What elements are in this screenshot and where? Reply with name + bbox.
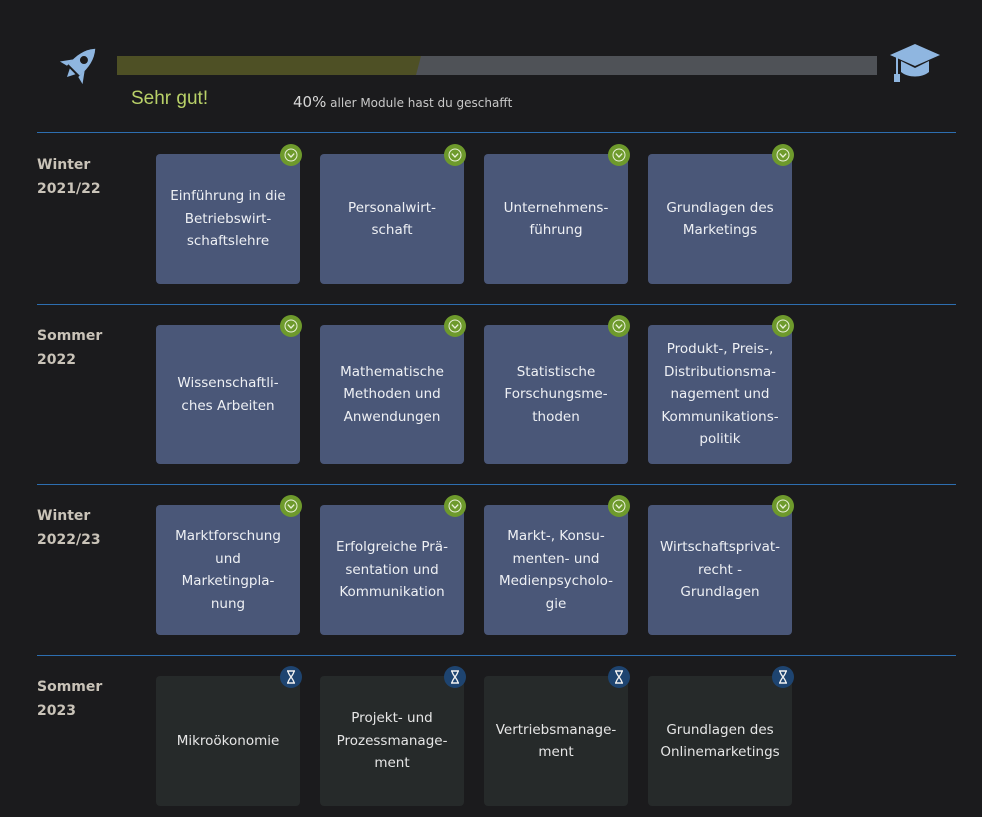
semester-divider [37, 132, 956, 133]
module-card[interactable]: Mathematische Methoden und Anwendungen [320, 315, 466, 464]
module-card[interactable]: Vertriebsmanage- ment [484, 666, 630, 806]
module-title: Grundlagen des Onlinemarketings [660, 721, 780, 761]
semester-season: Sommer [37, 328, 103, 344]
module-title: Einführung in die Betriebswirt- schaftsl… [170, 188, 286, 250]
progress-label: aller Module hast du geschafft [330, 96, 513, 110]
semester-divider [37, 484, 956, 485]
module-title: Mathematische Methoden und Anwendungen [340, 363, 444, 425]
module-card[interactable]: Grundlagen des Onlinemarketings [648, 666, 794, 806]
semester-year: 2021/22 [37, 181, 101, 197]
module-title: Vertriebsmanage- ment [495, 721, 617, 761]
module-title: Erfolgreiche Prä- sentation und Kommunik… [336, 539, 448, 601]
semester-year: 2022/23 [37, 532, 101, 548]
module-card[interactable]: Produkt-, Preis-, Distributionsma- nagem… [648, 315, 794, 464]
module-title: Statistische Forschungsme- thoden [504, 363, 608, 425]
check-badge-icon [772, 144, 794, 166]
semester-label: Winter 2022/23 [37, 504, 137, 552]
check-badge-icon [772, 495, 794, 517]
module-title: Personalwirt- schaft [348, 199, 436, 239]
check-badge-icon [280, 315, 302, 337]
module-card[interactable]: Projekt- und Prozessmanage- ment [320, 666, 466, 806]
check-badge-icon [608, 495, 630, 517]
check-badge-icon [772, 315, 794, 337]
semester-year: 2023 [37, 703, 76, 719]
graduation-cap-icon [890, 44, 940, 82]
hourglass-icon [608, 666, 630, 688]
module-title: Mikroökonomie [176, 732, 280, 749]
module-card[interactable]: Wissenschaftli- ches Arbeiten [156, 315, 302, 464]
hourglass-icon [280, 666, 302, 688]
module-title: Grundlagen des Marketings [666, 199, 774, 239]
check-badge-icon [444, 495, 466, 517]
check-badge-icon [608, 144, 630, 166]
module-title: Markt-, Konsu- menten- und Medienpsychol… [498, 528, 614, 612]
progress-header: Sehr gut! 40% aller Module hast du gesch… [0, 0, 982, 130]
module-title: Projekt- und Prozessmanage- ment [336, 710, 448, 772]
module-card[interactable]: Unternehmens- führung [484, 144, 630, 284]
progress-bar [117, 56, 877, 75]
semester-label: Winter 2021/22 [37, 153, 137, 201]
module-card[interactable]: Markt-, Konsu- menten- und Medienpsychol… [484, 495, 630, 635]
module-card[interactable]: Statistische Forschungsme- thoden [484, 315, 630, 464]
module-title: Produkt-, Preis-, Distributionsma- nagem… [661, 341, 779, 448]
hourglass-icon [772, 666, 794, 688]
semester-label: Sommer 2022 [37, 324, 137, 372]
progress-percent: 40% [293, 93, 327, 111]
semester-label: Sommer 2023 [37, 675, 137, 723]
semester-season: Sommer [37, 679, 103, 695]
module-card[interactable]: Marktforschung und Marketingpla- nung [156, 495, 302, 635]
hourglass-icon [444, 666, 466, 688]
semester-divider [37, 655, 956, 656]
module-title: Wirtschaftsprivat- recht - Grundlagen [659, 539, 781, 601]
module-card[interactable]: Mikroökonomie [156, 666, 302, 806]
semester-year: 2022 [37, 352, 76, 368]
check-badge-icon [608, 315, 630, 337]
progress-summary: 40% aller Module hast du geschafft [293, 93, 512, 111]
rocket-icon [59, 48, 96, 85]
semester-season: Winter [37, 157, 91, 173]
module-title: Unternehmens- führung [503, 199, 609, 239]
progress-bar-fill [117, 56, 421, 75]
module-card[interactable]: Personalwirt- schaft [320, 144, 466, 284]
check-badge-icon [280, 495, 302, 517]
semester-season: Winter [37, 508, 91, 524]
module-card[interactable]: Einführung in die Betriebswirt- schaftsl… [156, 144, 302, 284]
module-title: Wissenschaftli- ches Arbeiten [177, 375, 279, 414]
module-card[interactable]: Erfolgreiche Prä- sentation und Kommunik… [320, 495, 466, 635]
progress-praise: Sehr gut! [131, 88, 209, 109]
module-title: Marktforschung und Marketingpla- nung [175, 528, 281, 612]
semester-divider [37, 304, 956, 305]
check-badge-icon [444, 315, 466, 337]
module-card[interactable]: Wirtschaftsprivat- recht - Grundlagen [648, 495, 794, 635]
check-badge-icon [444, 144, 466, 166]
module-card[interactable]: Grundlagen des Marketings [648, 144, 794, 284]
check-badge-icon [280, 144, 302, 166]
